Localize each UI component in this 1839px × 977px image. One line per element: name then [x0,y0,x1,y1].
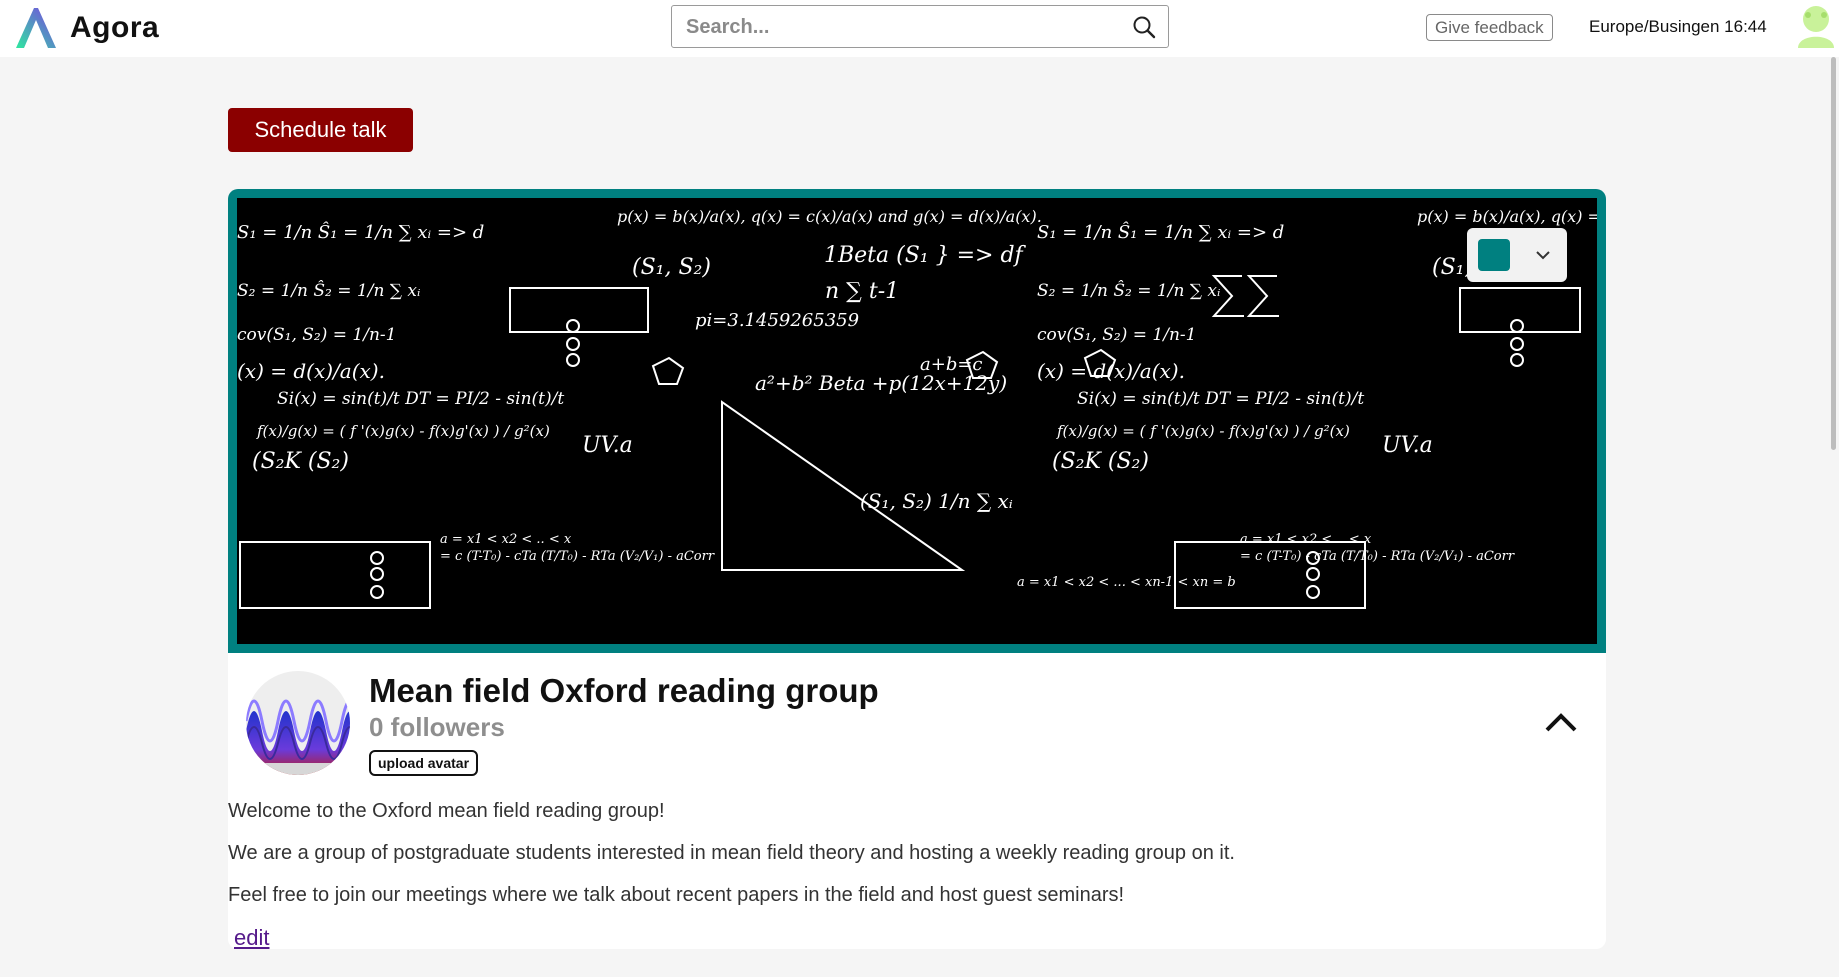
color-swatch[interactable] [1478,239,1510,271]
banner-color-picker[interactable] [1467,228,1567,282]
description-line: Welcome to the Oxford mean field reading… [228,800,665,822]
equation-text: a+b=c [920,354,983,375]
blackboard-image: p(x) = b(x)/a(x), q(x) = c(x)/a(x) and g… [237,198,1597,644]
equation-text: (x) = d(x)/a(x). [1037,359,1185,383]
equation-text: f(x)/g(x) = ( f '(x)g(x) - f(x)g'(x) ) /… [256,422,550,440]
edit-link[interactable]: edit [234,925,269,951]
brand[interactable]: Agora [12,4,159,52]
channel-info-card: Mean field Oxford reading group 0 follow… [228,653,1606,951]
equation-text: (S₂K (S₂) [1052,449,1149,474]
followers-count: 0 followers [369,712,505,742]
equation-text: (S₁, S₂) [632,255,711,280]
equation-text: S₂ = 1/n Ŝ₂ = 1/n ∑ xᵢ [237,280,420,301]
group-title: Mean field Oxford reading group [369,672,879,709]
chevron-up-icon[interactable] [1544,710,1578,734]
scrollbar[interactable] [1831,57,1836,450]
equation-text: p(x) = b(x)/a(x), q(x) = c(x)/a(x) and g… [1417,207,1597,226]
equation-text: (S₁, S₂) 1/n ∑ xᵢ [860,489,1013,513]
description-line: We are a group of postgraduate students … [228,842,1235,864]
equation-text: a = x1 < x2 < .. < x [1240,532,1372,547]
top-bar: Agora Give feedback Europe/Busingen 16:4… [0,0,1839,57]
equation-text: pi=3.1459265359 [695,310,859,331]
equation-text: f(x)/g(x) = ( f '(x)g(x) - f(x)g'(x) ) /… [1056,422,1350,440]
equation-text: UV.a [1382,433,1433,458]
channel-banner: p(x) = b(x)/a(x), q(x) = c(x)/a(x) and g… [228,189,1606,653]
user-avatar-icon[interactable] [1794,3,1839,48]
upload-avatar-button[interactable]: upload avatar [369,750,479,776]
search-icon[interactable] [1132,15,1156,39]
agora-logo-icon [16,8,56,48]
equation-text: cov(S₁, S₂) = 1/n-1 [237,325,396,345]
equation-text: (S₂K (S₂) [252,449,349,474]
give-feedback-button[interactable]: Give feedback [1426,14,1553,41]
equation-text: = c (T-T₀) - cTa (T/T₀) - RTa (V₂/V₁) - … [440,549,715,564]
search-box[interactable] [671,5,1169,48]
equation-text: (x) = d(x)/a(x). [237,359,385,383]
equation-text: n ∑ t-1 [825,279,899,304]
equation-text: a = x1 < x2 < .. < x [440,532,572,547]
equation-text: 1Beta (S₁ } => df [824,243,1027,268]
equation-text: S₁ = 1/n Ŝ₁ = 1/n ∑ xᵢ => d [237,220,484,243]
equations-illustration: p(x) = b(x)/a(x), q(x) = c(x)/a(x) and g… [237,207,1597,609]
equation-text: = c (T-T₀) - cTa (T/T₀) - RTa (V₂/V₁) - … [1240,549,1515,564]
search-input[interactable] [684,14,1118,40]
brand-name: Agora [70,11,160,44]
equation-text: cov(S₁, S₂) = 1/n-1 [1037,325,1196,345]
schedule-talk-button[interactable]: Schedule talk [228,108,413,152]
description-line: Feel free to join our meetings where we … [228,884,1125,906]
equation-text: UV.a [582,433,633,458]
equation-text: S₂ = 1/n Ŝ₂ = 1/n ∑ xᵢ [1037,280,1220,301]
group-avatar[interactable] [246,671,350,775]
equation-text: Si(x) = sin(t)/t DT = PI/2 - sin(t)/t [1077,389,1364,409]
equation-text: p(x) = b(x)/a(x), q(x) = c(x)/a(x) and g… [617,207,1042,226]
equation-text: Si(x) = sin(t)/t DT = PI/2 - sin(t)/t [277,389,564,409]
timezone-clock[interactable]: Europe/Busingen 16:44 [1589,17,1767,37]
equation-text: S₁ = 1/n Ŝ₁ = 1/n ∑ xᵢ => d [1037,220,1284,243]
equation-text: a = x1 < x2 < ... < xn-1 < xn = b [1017,575,1236,590]
chevron-down-icon[interactable] [1533,245,1553,265]
